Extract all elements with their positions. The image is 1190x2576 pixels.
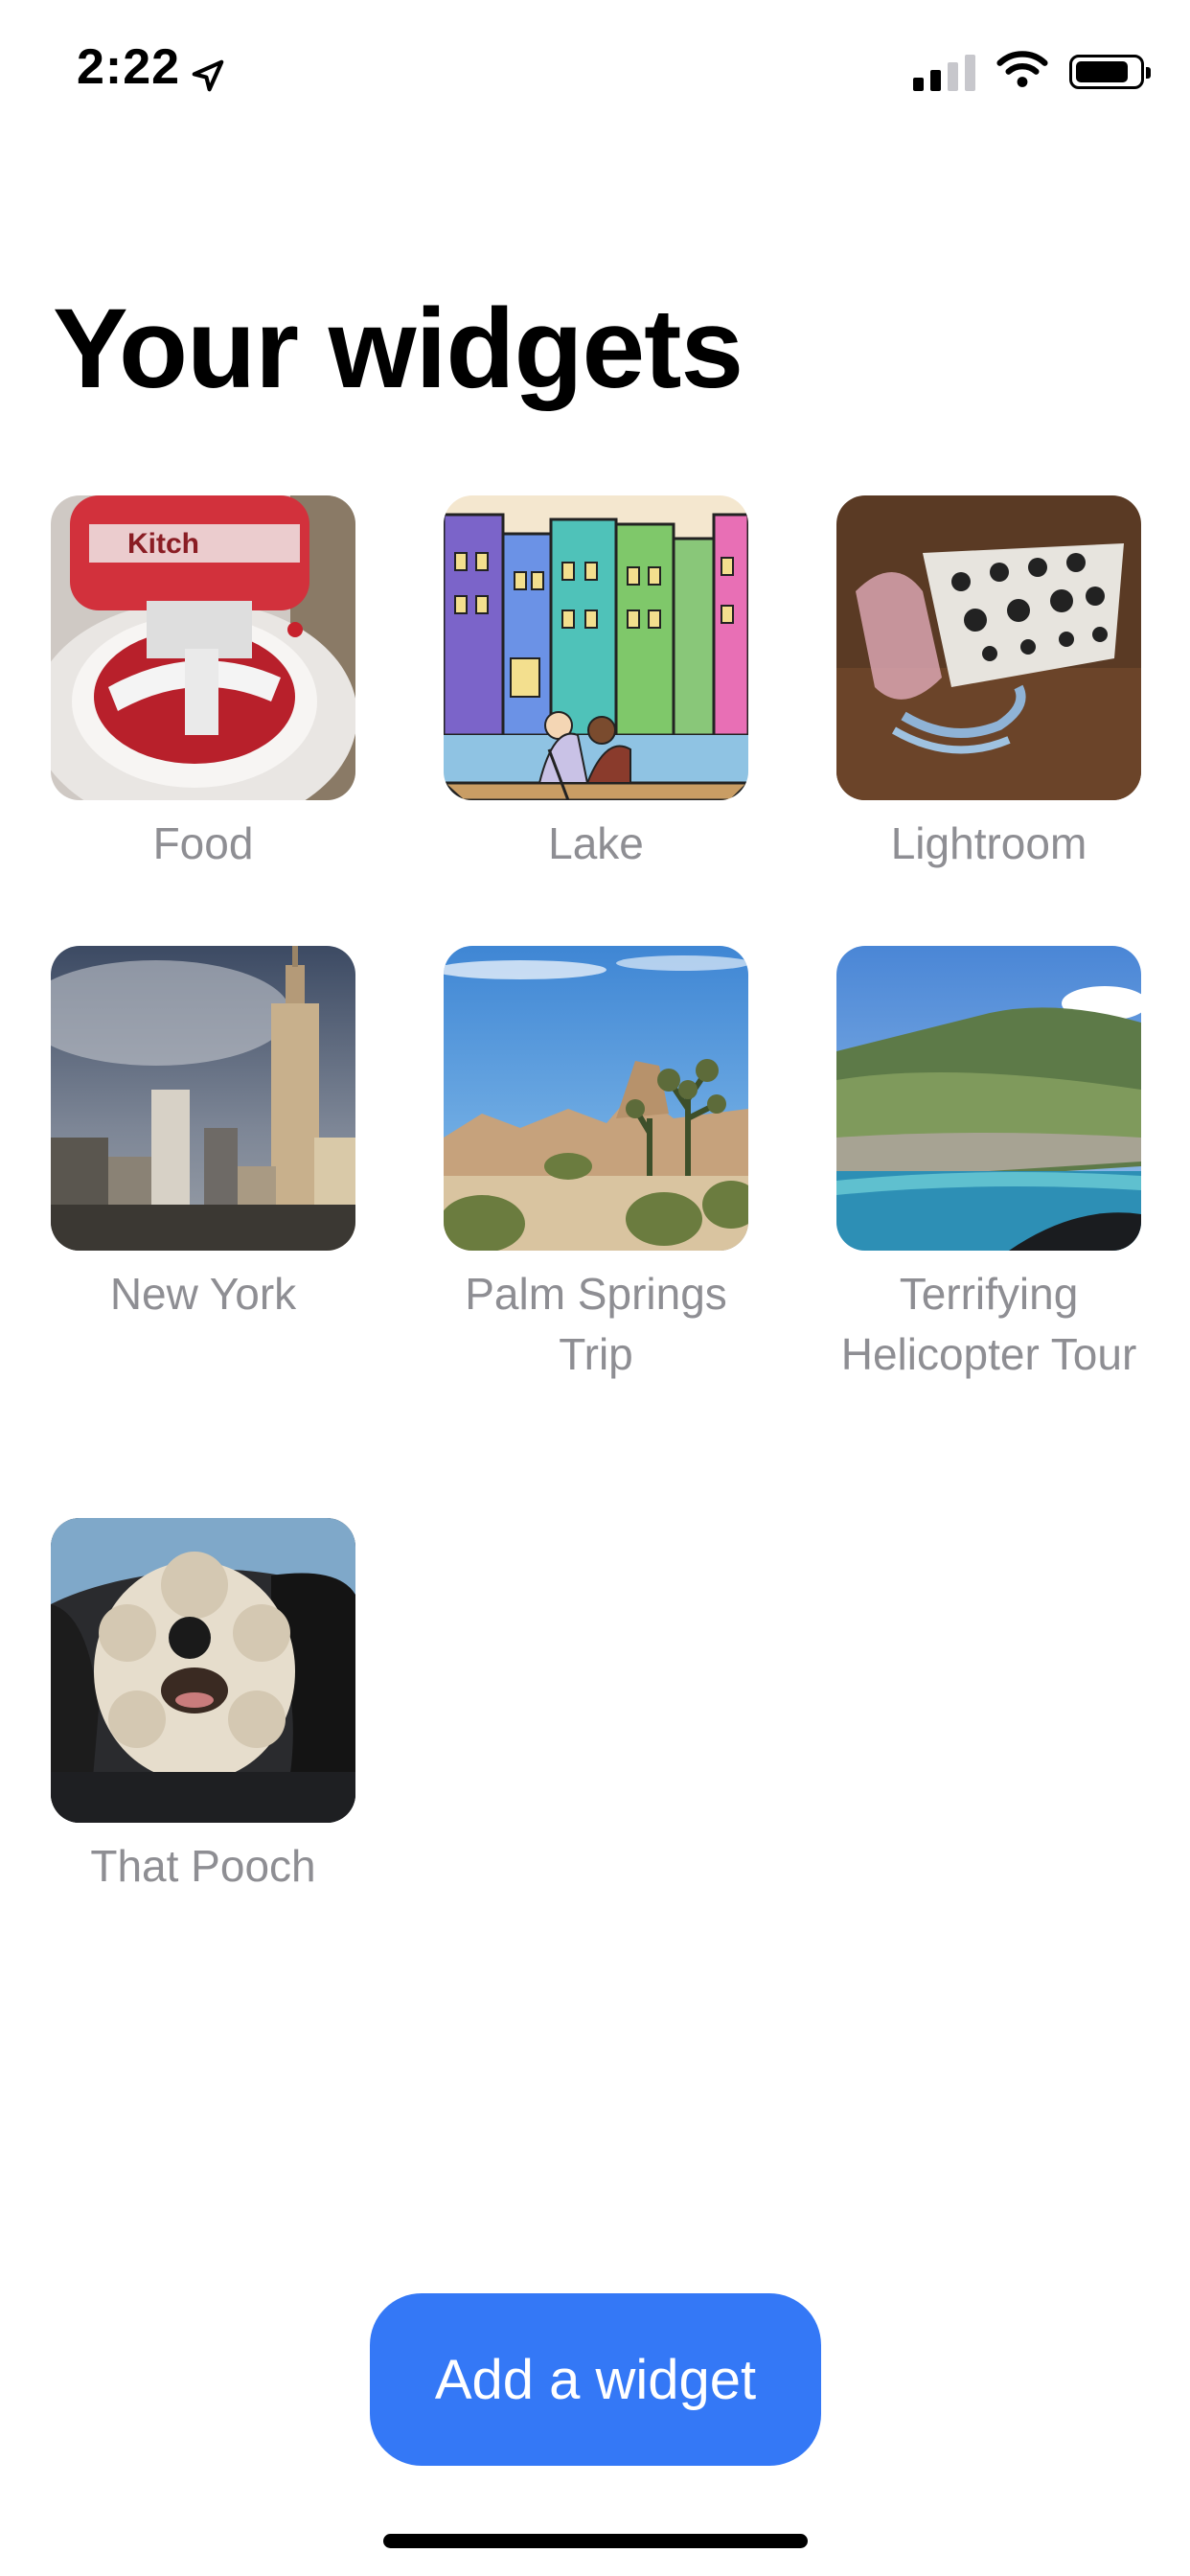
empire-state-photo	[51, 946, 355, 1251]
status-time: 2:22	[77, 38, 226, 96]
stand-mixer-photo: Kitch	[51, 495, 355, 800]
battery-icon	[1069, 54, 1151, 89]
widget-tile-lightroom[interactable]: Lightroom	[836, 495, 1141, 946]
widget-label: Lake	[548, 818, 644, 868]
widget-label: Food	[152, 818, 254, 868]
widget-label: Terrifying Helicopter Tour	[840, 1269, 1137, 1379]
cellular-signal-icon	[913, 53, 975, 91]
location-arrow-icon	[190, 49, 226, 92]
widget-thumbnail[interactable]: Kitch	[51, 495, 355, 800]
desert-joshua-trees-photo	[444, 946, 748, 1251]
widget-thumbnail[interactable]	[444, 946, 748, 1251]
widget-label: Palm Springs Trip	[465, 1269, 727, 1379]
wifi-icon	[996, 50, 1048, 93]
widget-thumbnail[interactable]	[444, 495, 748, 800]
status-bar: 2:22	[0, 0, 1190, 144]
widget-tile-new-york[interactable]: New York	[51, 946, 355, 1518]
widget-tile-food[interactable]: Kitch Food	[51, 495, 355, 946]
widget-tile-palm-springs-trip[interactable]: Palm Springs Trip	[444, 946, 748, 1518]
widget-grid: Kitch Food Lake Lightroom New York Palm …	[51, 495, 1141, 1968]
widget-tile-lake[interactable]: Lake	[444, 495, 748, 946]
widget-thumbnail[interactable]	[836, 946, 1141, 1251]
aerial-coast-photo	[836, 946, 1141, 1251]
status-time-text: 2:22	[77, 39, 181, 95]
page-title: Your widgets	[53, 286, 744, 412]
canal-houses-illustration	[444, 495, 748, 800]
modular-synth-photo	[836, 495, 1141, 800]
home-indicator[interactable]	[383, 2534, 808, 2548]
status-icons	[913, 50, 1151, 93]
add-widget-button[interactable]: Add a widget	[370, 2293, 821, 2466]
widget-thumbnail[interactable]	[51, 1518, 355, 1823]
svg-text:Kitch: Kitch	[127, 528, 199, 560]
widget-label: That Pooch	[90, 1841, 316, 1891]
fluffy-dog-photo	[51, 1518, 355, 1823]
widget-tile-that-pooch[interactable]: That Pooch	[51, 1518, 355, 1968]
widget-label: Lightroom	[890, 818, 1087, 868]
widget-label: New York	[109, 1269, 297, 1319]
widget-thumbnail[interactable]	[51, 946, 355, 1251]
widget-thumbnail[interactable]	[836, 495, 1141, 800]
widget-tile-terrifying-helicopter-tour[interactable]: Terrifying Helicopter Tour	[836, 946, 1141, 1518]
